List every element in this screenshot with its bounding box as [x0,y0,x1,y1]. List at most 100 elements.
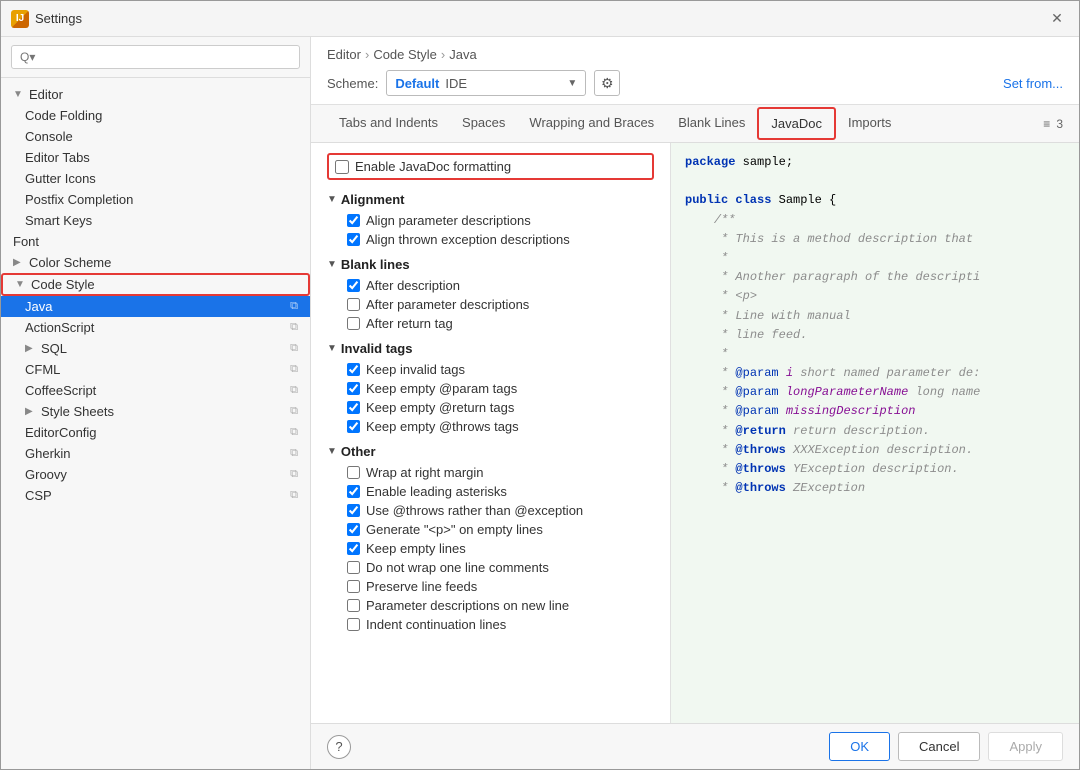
section-blank-lines-items: After description After parameter descri… [327,276,654,333]
sidebar-item-coffeescript[interactable]: CoffeeScript ⧉ [1,380,310,401]
tab-overflow[interactable]: ≡ 3 [1043,117,1063,131]
close-button[interactable]: ✕ [1045,7,1069,31]
option-keep-empty-return: Keep empty @return tags [347,398,654,417]
section-other-header[interactable]: ▼ Other [327,444,654,459]
no-wrap-checkbox[interactable] [347,561,360,574]
copy-icon: ⧉ [290,447,298,460]
tab-blank-lines[interactable]: Blank Lines [666,108,757,139]
sidebar-item-label: SQL [41,341,67,356]
overflow-icon: ≡ [1043,117,1050,131]
after-return-checkbox[interactable] [347,317,360,330]
expand-arrow: ▶ [25,406,37,417]
section-other-items: Wrap at right margin Enable leading aste… [327,463,654,634]
option-keep-empty-param: Keep empty @param tags [347,379,654,398]
sidebar-item-editor[interactable]: ▼ Editor [1,84,310,105]
section-arrow-icon: ▼ [327,194,337,205]
code-line: * @param missingDescription [685,402,1065,421]
sidebar-item-label: Color Scheme [29,255,111,270]
tab-tabs-and-indents[interactable]: Tabs and Indents [327,108,450,139]
align-throws-checkbox[interactable] [347,233,360,246]
action-buttons: OK Cancel Apply [829,732,1063,761]
scheme-select[interactable]: Default IDE ▼ [386,70,586,96]
scheme-ide-text: IDE [445,76,467,91]
sidebar-item-editor-tabs[interactable]: Editor Tabs [1,147,310,168]
no-wrap-label: Do not wrap one line comments [366,560,549,575]
align-param-label: Align parameter descriptions [366,213,531,228]
tab-spaces[interactable]: Spaces [450,108,517,139]
expand-arrow: ▼ [13,89,25,100]
keep-empty-throws-checkbox[interactable] [347,420,360,433]
sidebar-item-sql[interactable]: ▶ SQL ⧉ [1,338,310,359]
keep-empty-return-label: Keep empty @return tags [366,400,514,415]
sidebar-item-style-sheets[interactable]: ▶ Style Sheets ⧉ [1,401,310,422]
section-blank-lines-header[interactable]: ▼ Blank lines [327,257,654,272]
enable-javadoc-checkbox[interactable] [335,160,349,174]
code-line: public class Sample { [685,191,1065,210]
sidebar-item-editorconfig[interactable]: EditorConfig ⧉ [1,422,310,443]
tab-imports[interactable]: Imports [836,108,903,139]
option-align-param: Align parameter descriptions [347,211,654,230]
section-alignment-header[interactable]: ▼ Alignment [327,192,654,207]
section-arrow-icon: ▼ [327,343,337,354]
keep-empty-param-label: Keep empty @param tags [366,381,517,396]
sidebar-item-gherkin[interactable]: Gherkin ⧉ [1,443,310,464]
help-button[interactable]: ? [327,735,351,759]
indent-continuation-label: Indent continuation lines [366,617,506,632]
keep-empty-return-checkbox[interactable] [347,401,360,414]
sidebar-item-actionscript[interactable]: ActionScript ⧉ [1,317,310,338]
code-line: * @param i short named parameter de: [685,364,1065,383]
scheme-default-text: Default [395,76,439,91]
search-input[interactable] [11,45,300,69]
sidebar-item-console[interactable]: Console [1,126,310,147]
sidebar-item-cfml[interactable]: CFML ⧉ [1,359,310,380]
param-new-line-checkbox[interactable] [347,599,360,612]
right-panel: Editor › Code Style › Java Scheme: Defau… [311,37,1079,769]
keep-empty-throws-label: Keep empty @throws tags [366,419,519,434]
keep-empty-lines-checkbox[interactable] [347,542,360,555]
option-after-desc: After description [347,276,654,295]
tab-javadoc[interactable]: JavaDoc [757,107,836,140]
sidebar-item-label: Code Folding [25,108,102,123]
sidebar-item-csp[interactable]: CSP ⧉ [1,485,310,506]
align-param-checkbox[interactable] [347,214,360,227]
scheme-gear-button[interactable]: ⚙ [594,70,620,96]
code-line: * @throws YException description. [685,460,1065,479]
option-after-return: After return tag [347,314,654,333]
set-from-link[interactable]: Set from... [1003,76,1063,91]
indent-continuation-checkbox[interactable] [347,618,360,631]
cancel-button[interactable]: Cancel [898,732,980,761]
sidebar-item-label: Gutter Icons [25,171,96,186]
keep-empty-param-checkbox[interactable] [347,382,360,395]
keep-invalid-checkbox[interactable] [347,363,360,376]
section-invalid-tags-header[interactable]: ▼ Invalid tags [327,341,654,356]
sidebar-item-font[interactable]: Font [1,231,310,252]
enable-asterisks-checkbox[interactable] [347,485,360,498]
apply-button[interactable]: Apply [988,732,1063,761]
sidebar-item-color-scheme[interactable]: ▶ Color Scheme [1,252,310,273]
sidebar-item-label: Editor Tabs [25,150,90,165]
app-icon: IJ [11,10,29,28]
sidebar-item-code-folding[interactable]: Code Folding [1,105,310,126]
option-wrap-right: Wrap at right margin [347,463,654,482]
preserve-feeds-checkbox[interactable] [347,580,360,593]
tab-wrapping-and-braces[interactable]: Wrapping and Braces [517,108,666,139]
wrap-right-checkbox[interactable] [347,466,360,479]
generate-p-checkbox[interactable] [347,523,360,536]
sidebar-item-gutter-icons[interactable]: Gutter Icons [1,168,310,189]
sidebar-item-java[interactable]: Java ⧉ [1,296,310,317]
sidebar-item-groovy[interactable]: Groovy ⧉ [1,464,310,485]
option-param-new-line: Parameter descriptions on new line [347,596,654,615]
sidebar-item-postfix-completion[interactable]: Postfix Completion [1,189,310,210]
generate-p-label: Generate "<p>" on empty lines [366,522,543,537]
sidebar-item-code-style[interactable]: ▼ Code Style [1,273,310,296]
ok-button[interactable]: OK [829,732,890,761]
option-preserve-feeds: Preserve line feeds [347,577,654,596]
after-param-label: After parameter descriptions [366,297,529,312]
after-desc-checkbox[interactable] [347,279,360,292]
after-param-checkbox[interactable] [347,298,360,311]
sidebar-item-smart-keys[interactable]: Smart Keys [1,210,310,231]
expand-arrow: ▶ [25,343,37,354]
use-throws-checkbox[interactable] [347,504,360,517]
param-new-line-label: Parameter descriptions on new line [366,598,569,613]
option-use-throws: Use @throws rather than @exception [347,501,654,520]
